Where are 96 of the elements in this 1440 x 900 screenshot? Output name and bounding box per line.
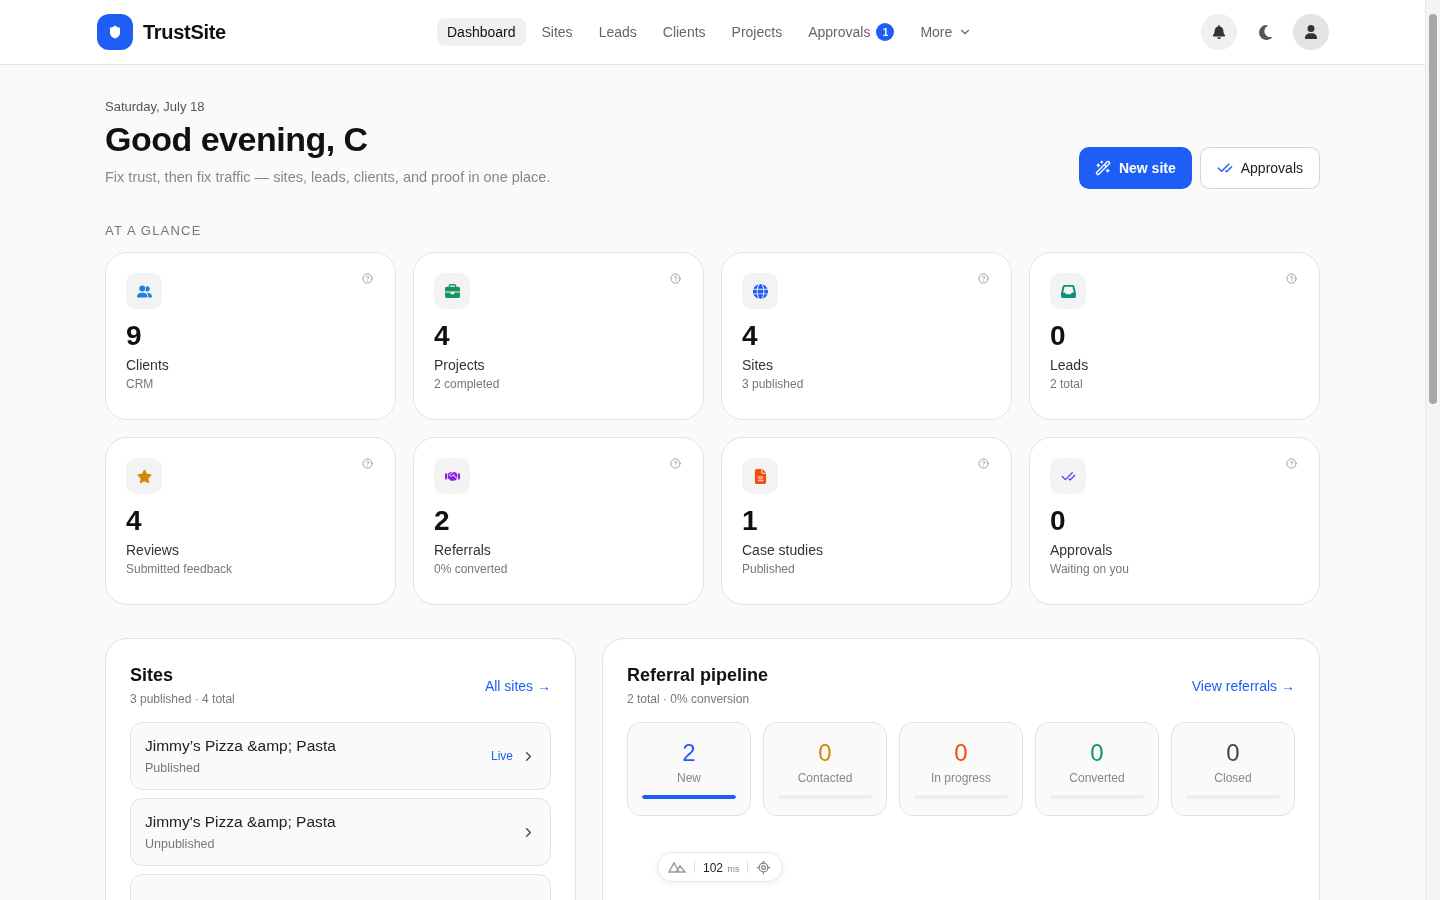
stat-value: 4 [742, 319, 759, 353]
site-name: Jimmy’s Pizza &amp; Pasta [145, 737, 336, 755]
site-name: Jimmy's Pizza &amp; Pasta [145, 813, 336, 831]
nav-tab[interactable]: More [910, 18, 983, 46]
stage-label: Converted [1069, 771, 1125, 785]
stat-card[interactable]: 2 Referrals 0% converted [413, 437, 704, 605]
subtitle-text: Fix trust, then fix traffic — sites, leads, clients, and proof in one place. [105, 169, 551, 185]
stat-card[interactable]: 0 Leads 2 total [1029, 252, 1320, 420]
timing-value: 102 [703, 861, 724, 875]
stat-note: Published [742, 561, 796, 576]
help-icon[interactable] [670, 273, 681, 284]
date-text: Saturday, July 18 [105, 99, 206, 114]
stage-count: 0 [954, 739, 968, 767]
stage-count: 2 [682, 739, 696, 767]
stat-card[interactable]: 9 Clients CRM [105, 252, 396, 420]
panel-summary: 2 total · 0% conversion [627, 692, 751, 706]
section-heading: AT A GLANCE [105, 223, 203, 238]
stat-label: Projects [434, 356, 486, 373]
approvals-button[interactable]: Approvals [1199, 147, 1320, 189]
stat-note: Submitted feedback [126, 561, 234, 576]
panel-summary: 3 published · 4 total [130, 692, 235, 706]
nav-tab[interactable]: Clients [652, 18, 716, 46]
nav-tab[interactable]: Approvals 1 [798, 17, 905, 47]
stat-label: Reviews [126, 541, 180, 558]
stage-card[interactable]: 0 Closed [1171, 722, 1295, 816]
stage-card[interactable]: 0 Converted [1035, 722, 1159, 816]
avatar-button[interactable] [1293, 14, 1329, 50]
stat-value: 0 [1050, 504, 1067, 538]
nav-tab[interactable]: Projects [721, 18, 793, 46]
stat-label: Referrals [434, 541, 492, 558]
stat-note: 2 completed [434, 376, 501, 391]
nav-tab[interactable]: Sites [531, 18, 583, 46]
site-row[interactable]: Jimmy's Pizza &amp; Pasta Unpublished [130, 798, 551, 866]
help-icon[interactable] [670, 458, 681, 469]
notifications-button[interactable] [1201, 14, 1237, 50]
stat-label: Leads [1050, 356, 1090, 373]
help-icon[interactable] [362, 458, 373, 469]
crosshair-icon[interactable] [756, 859, 772, 875]
nav-tab[interactable]: Dashboard [437, 18, 526, 46]
stat-note: CRM [126, 376, 155, 391]
site-row[interactable]: Jimmy’s Pizza &amp; Pasta Published Live [130, 722, 551, 790]
person-icon [1304, 25, 1318, 39]
help-icon[interactable] [978, 458, 989, 469]
nav-tab[interactable]: Leads [588, 18, 647, 46]
stat-card[interactable]: 4 Reviews Submitted feedback [105, 437, 396, 605]
stat-label: Sites [742, 356, 775, 373]
magic-wand-icon [1094, 160, 1111, 176]
new-site-button[interactable]: New site [1078, 147, 1192, 189]
stage-card[interactable]: 2 New [627, 722, 751, 816]
stat-note: 2 total [1050, 376, 1084, 391]
site-status: Published [145, 761, 201, 775]
greeting-heading: Good evening, C [105, 120, 369, 159]
stat-note: 3 published [742, 376, 805, 391]
stat-card[interactable]: 4 Sites 3 published [721, 252, 1012, 420]
help-icon[interactable] [1286, 458, 1297, 469]
timing-unit: ms [727, 864, 740, 874]
stat-value: 9 [126, 319, 143, 353]
scrollbar[interactable] [1425, 0, 1440, 900]
stage-count: 0 [1090, 739, 1104, 767]
stage-label: In progress [931, 771, 991, 785]
stage-label: New [677, 771, 701, 785]
live-label: Live [491, 749, 513, 763]
stage-card[interactable]: 0 In progress [899, 722, 1023, 816]
stat-value: 2 [434, 504, 451, 538]
stat-card[interactable]: 4 Projects 2 completed [413, 252, 704, 420]
stat-value: 4 [126, 504, 143, 538]
help-icon[interactable] [1286, 273, 1297, 284]
help-icon[interactable] [362, 273, 373, 284]
devtools-pill[interactable]: 102 ms [657, 852, 783, 882]
stat-value: 4 [434, 319, 451, 353]
stat-label: Clients [126, 356, 170, 373]
panel-title: Referral pipeline [627, 665, 769, 686]
count-badge: 1 [876, 23, 895, 41]
stage-label: Closed [1214, 771, 1252, 785]
stat-note: 0% converted [434, 561, 509, 576]
stage-count: 0 [818, 739, 832, 767]
stage-count: 0 [1226, 739, 1240, 767]
stat-card[interactable]: 0 Approvals Waiting on you [1029, 437, 1320, 605]
shield-logo-icon[interactable] [97, 14, 133, 50]
mountains-icon [668, 861, 686, 873]
site-status: Unpublished [145, 837, 216, 851]
panel-title: Sites [130, 665, 175, 686]
view-referrals-link[interactable]: View referrals → [1191, 677, 1295, 694]
stat-card[interactable]: 1 Case studies Published [721, 437, 1012, 605]
help-icon[interactable] [978, 273, 989, 284]
stat-label: Case studies [742, 541, 824, 558]
stat-note: Waiting on you [1050, 561, 1130, 576]
stat-label: Approvals [1050, 541, 1114, 558]
moon-icon [1256, 23, 1274, 41]
stage-label: Contacted [797, 771, 853, 785]
bell-icon [1212, 25, 1226, 39]
stage-card[interactable]: 0 Contacted [763, 722, 887, 816]
stat-value: 1 [742, 504, 759, 538]
stat-value: 0 [1050, 319, 1067, 353]
all-sites-link[interactable]: All sites → [484, 677, 551, 694]
brand-name[interactable]: TrustSite [143, 20, 226, 44]
